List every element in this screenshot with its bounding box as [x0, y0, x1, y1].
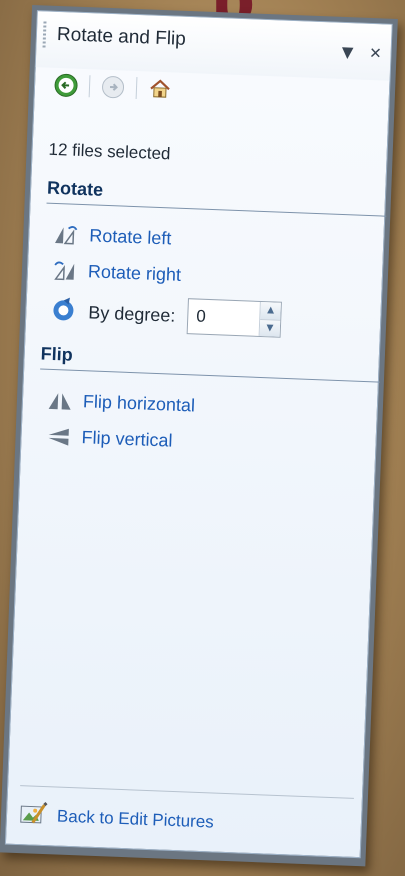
rotate-degree-icon [50, 296, 77, 327]
toolbar-separator [88, 75, 91, 98]
task-pane-frame: Rotate and Flip ▼ ✕ 12 files selected Ro… [0, 4, 398, 867]
toolbar-separator [135, 77, 138, 100]
by-degree-label: By degree: [88, 301, 176, 326]
task-pane-titlebar[interactable]: Rotate and Flip ▼ ✕ [35, 11, 392, 81]
chevron-down-icon[interactable]: ▼ [338, 43, 357, 62]
section-heading-flip: Flip [40, 343, 381, 383]
section-heading-rotate: Rotate [46, 177, 388, 217]
titlebar-controls: ▼ ✕ [338, 43, 385, 63]
flip-horizontal-icon [47, 388, 74, 413]
degree-stepper[interactable]: 0 ▲ ▼ [186, 298, 282, 338]
pane-title: Rotate and Flip [56, 23, 187, 50]
flip-horizontal-label: Flip horizontal [82, 390, 196, 416]
slide-background: p Rotate and Flip ▼ ✕ [0, 0, 405, 876]
back-to-edit-pictures-label: Back to Edit Pictures [56, 806, 215, 832]
rotate-left-label: Rotate left [88, 224, 172, 248]
stepper-buttons: ▲ ▼ [258, 301, 281, 337]
back-arrow-icon[interactable] [53, 72, 80, 99]
stepper-down-icon[interactable]: ▼ [259, 318, 281, 337]
rotate-right-label: Rotate right [87, 260, 182, 285]
pane-content: 12 files selected Rotate Rotate left Rot… [37, 139, 388, 466]
flip-vertical-label: Flip vertical [81, 426, 173, 451]
drag-grip-icon[interactable] [42, 21, 47, 50]
flip-vertical-icon [45, 424, 72, 449]
home-icon[interactable] [147, 75, 174, 102]
edit-pictures-icon [18, 800, 48, 831]
forward-arrow-icon[interactable] [100, 74, 127, 101]
back-to-edit-pictures-link[interactable]: Back to Edit Pictures [18, 785, 354, 843]
task-pane: Rotate and Flip ▼ ✕ 12 files selected Ro… [4, 10, 393, 859]
pane-toolbar [53, 72, 174, 103]
close-icon[interactable]: ✕ [366, 44, 385, 63]
files-selected-text: 12 files selected [48, 139, 171, 164]
degree-input[interactable]: 0 [188, 299, 260, 336]
rotate-left-icon [53, 222, 80, 247]
rotate-right-icon [52, 258, 79, 283]
stepper-up-icon[interactable]: ▲ [260, 301, 281, 320]
